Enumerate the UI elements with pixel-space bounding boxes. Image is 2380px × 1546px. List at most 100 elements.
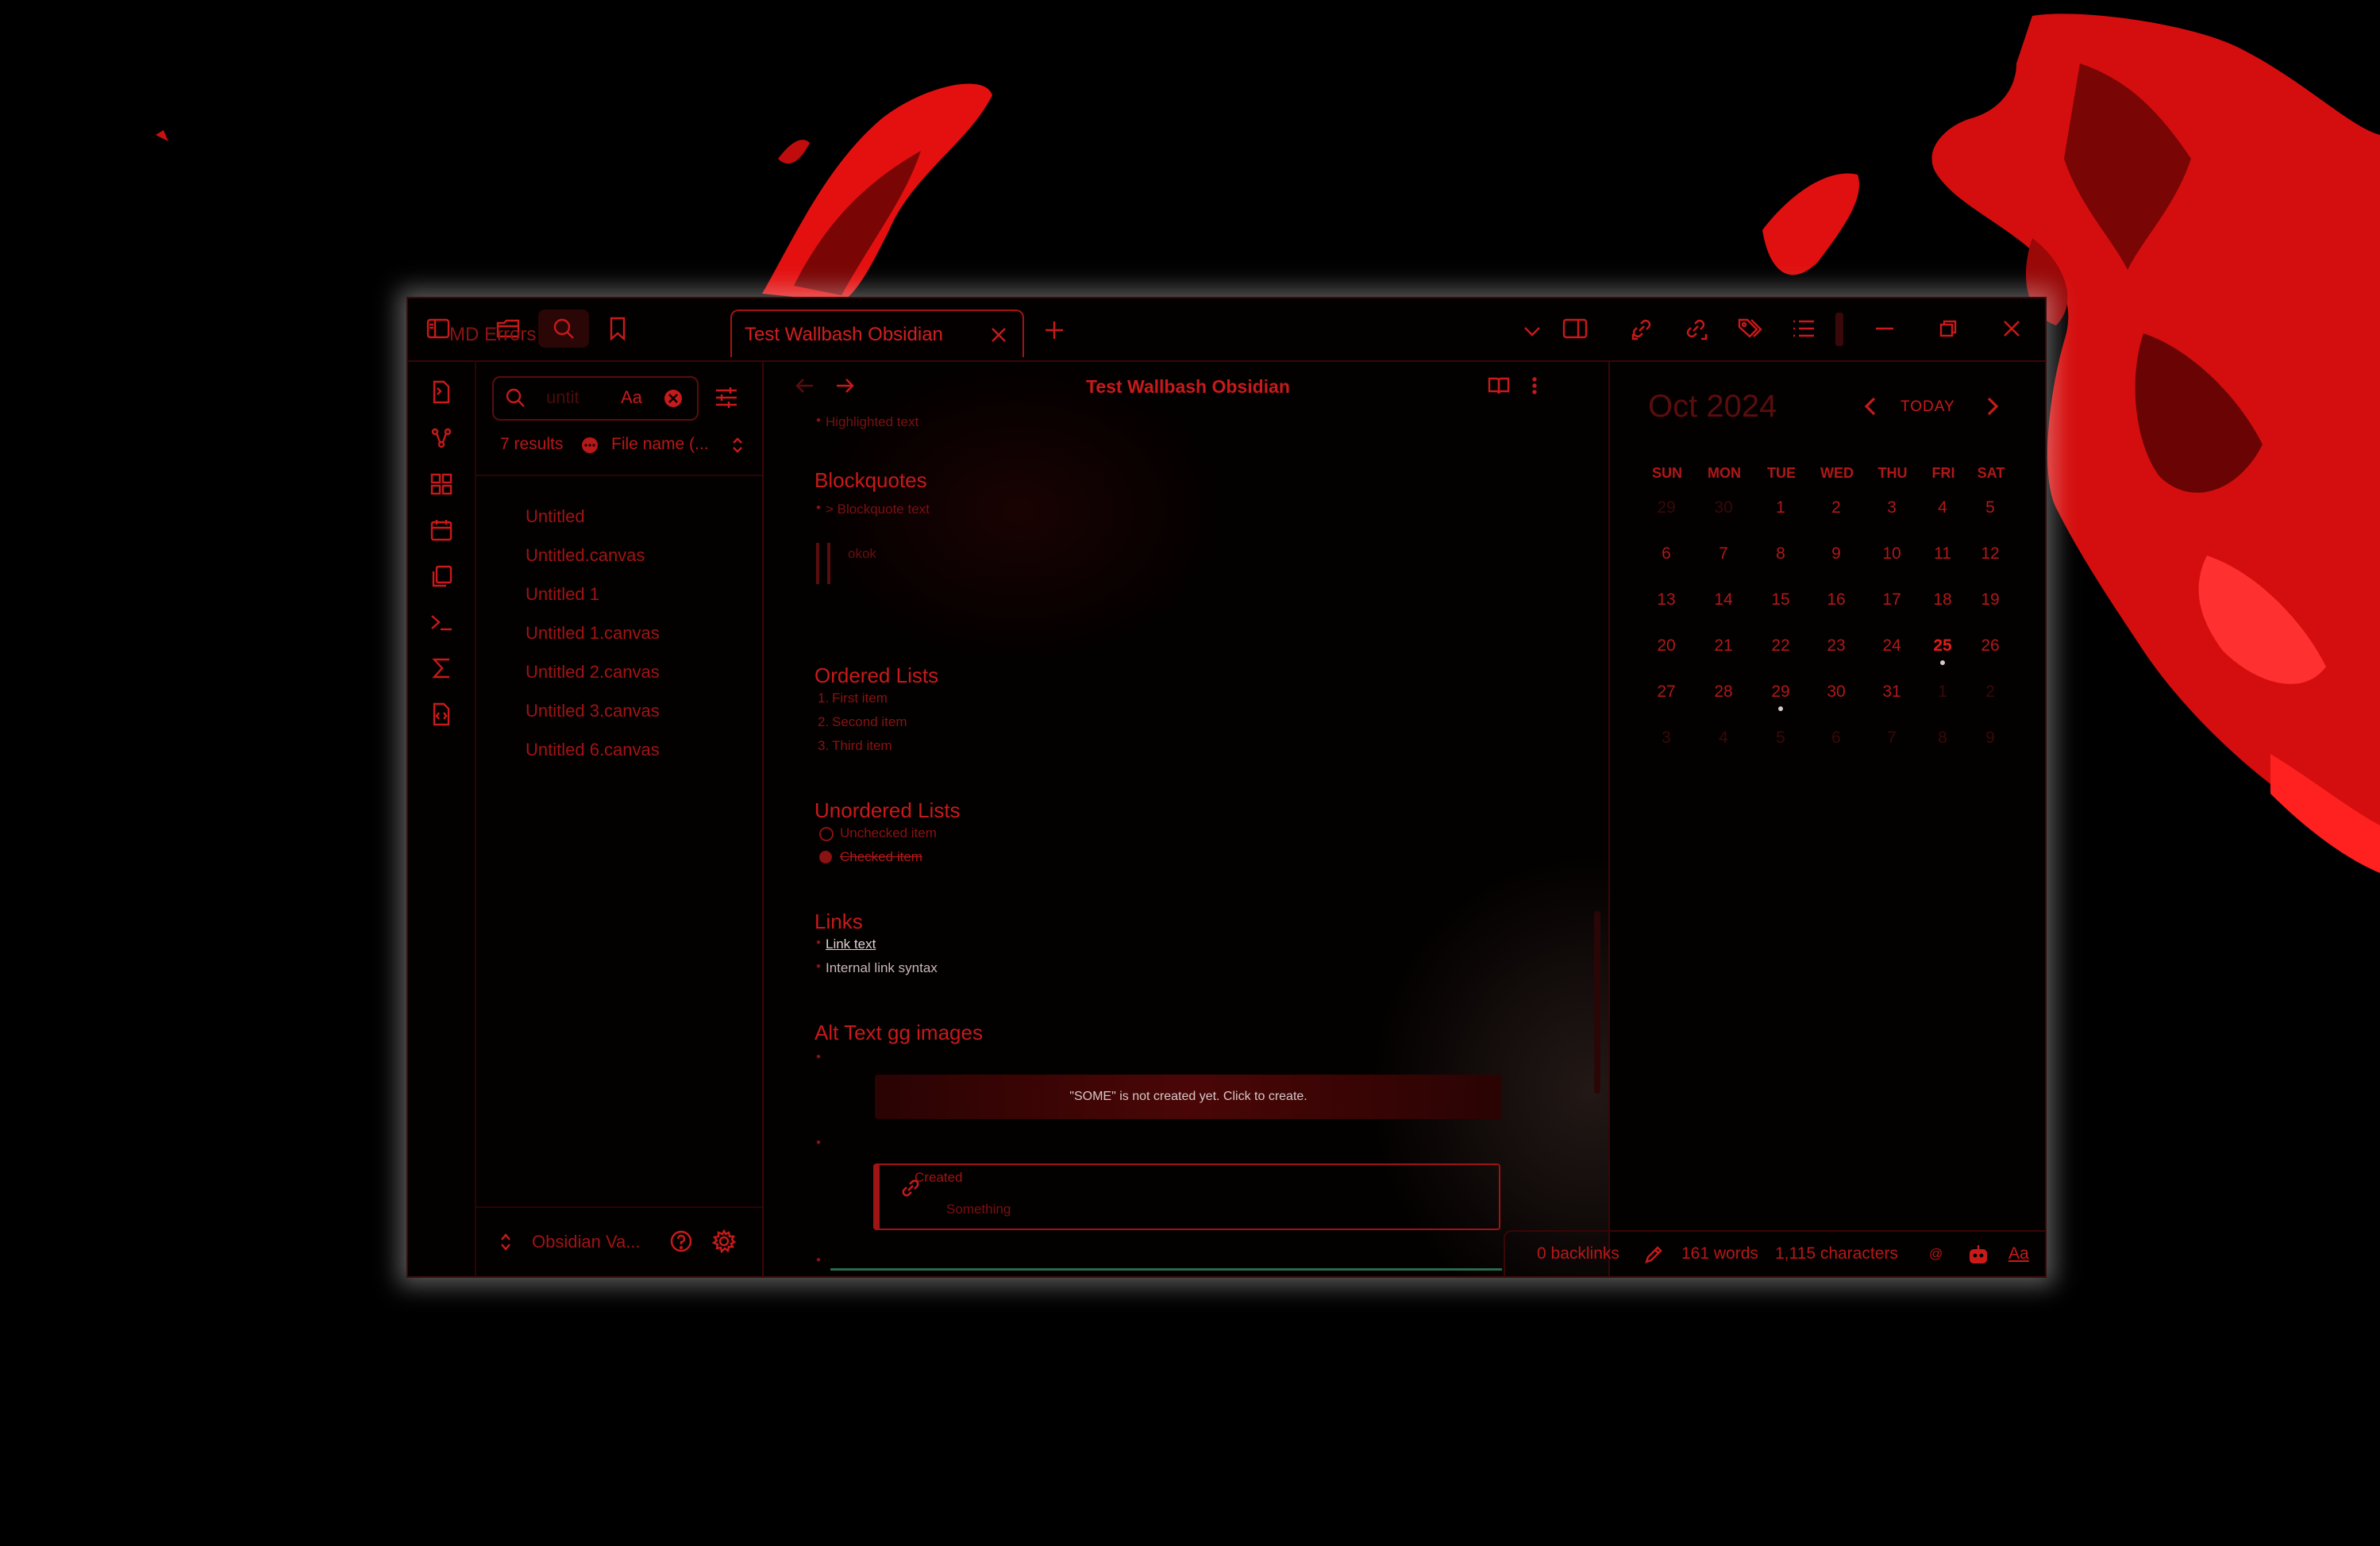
close-icon[interactable] bbox=[983, 319, 1015, 351]
reading-view-icon[interactable] bbox=[1483, 371, 1515, 400]
search-box[interactable]: untit Aa bbox=[492, 376, 699, 421]
search-settings-icon[interactable] bbox=[710, 381, 743, 414]
calendar-day[interactable]: 16 bbox=[1816, 590, 1856, 610]
plus-icon[interactable] bbox=[1038, 314, 1070, 346]
calendar-day[interactable]: 22 bbox=[1761, 636, 1800, 656]
calendar-day[interactable]: 14 bbox=[1704, 590, 1743, 610]
pencil-icon[interactable] bbox=[1642, 1243, 1666, 1267]
calendar-day[interactable]: 31 bbox=[1872, 683, 1912, 702]
back-arrow-icon[interactable] bbox=[791, 371, 819, 400]
tags-icon[interactable] bbox=[1732, 311, 1767, 346]
search-result-item[interactable]: Untitled 1 bbox=[526, 584, 599, 605]
sort-chevron-icon[interactable] bbox=[729, 435, 746, 456]
robot-icon[interactable] bbox=[1966, 1243, 1991, 1267]
calendar-day[interactable]: 9 bbox=[1816, 544, 1856, 563]
calendar-day[interactable]: 4 bbox=[1923, 498, 1962, 517]
calendar-day[interactable]: 13 bbox=[1646, 590, 1686, 610]
help-icon[interactable] bbox=[667, 1227, 695, 1256]
match-case-toggle[interactable]: Aa bbox=[621, 387, 642, 408]
calendar-day[interactable]: 8 bbox=[1761, 544, 1800, 563]
internal-link[interactable]: Internal link syntax bbox=[826, 960, 938, 976]
file-code-icon[interactable] bbox=[424, 698, 459, 730]
vault-switcher-icon[interactable] bbox=[497, 1230, 514, 1254]
calendar-day[interactable]: 29 bbox=[1646, 498, 1686, 517]
checkbox-unchecked[interactable] bbox=[819, 827, 834, 841]
calendar-day[interactable]: 12 bbox=[1970, 544, 2010, 563]
calendar-day[interactable]: 1 bbox=[1923, 683, 1962, 702]
calendar-day[interactable]: 5 bbox=[1970, 498, 2010, 517]
calendar-day[interactable]: 24 bbox=[1872, 636, 1912, 656]
calendar-day[interactable]: 3 bbox=[1646, 729, 1686, 748]
calendar-day[interactable]: 3 bbox=[1872, 498, 1912, 517]
calendar-day[interactable]: 15 bbox=[1761, 590, 1800, 610]
window-close-icon[interactable] bbox=[1994, 311, 2029, 346]
sigma-icon[interactable] bbox=[424, 652, 459, 684]
unresolved-embed[interactable]: "SOME" is not created yet. Click to crea… bbox=[875, 1075, 1502, 1119]
open-quick-switcher-icon[interactable] bbox=[424, 376, 459, 408]
vault-name[interactable]: Obsidian Va... bbox=[532, 1232, 641, 1252]
calendar-day[interactable]: 23 bbox=[1816, 636, 1856, 656]
search-result-item[interactable]: Untitled 6.canvas bbox=[526, 740, 660, 760]
calendar-icon[interactable] bbox=[424, 514, 459, 546]
calendar-day[interactable]: 29 bbox=[1761, 683, 1800, 702]
outline-icon[interactable] bbox=[1786, 311, 1821, 346]
calendar-day[interactable]: 17 bbox=[1872, 590, 1912, 610]
calendar-day[interactable]: 10 bbox=[1872, 544, 1912, 563]
calendar-day[interactable]: 2 bbox=[1970, 683, 2010, 702]
restore-icon[interactable] bbox=[1931, 311, 1966, 346]
tab-md-errors[interactable]: MD Errors bbox=[440, 311, 735, 359]
more-icon[interactable] bbox=[580, 435, 600, 456]
calendar-day[interactable]: 27 bbox=[1646, 683, 1686, 702]
terminal-icon[interactable] bbox=[424, 606, 459, 638]
blockquote-source: > Blockquote text bbox=[826, 502, 930, 517]
search-result-item[interactable]: Untitled 1.canvas bbox=[526, 623, 660, 644]
calendar-day[interactable]: 30 bbox=[1816, 683, 1856, 702]
search-result-item[interactable]: Untitled.canvas bbox=[526, 545, 645, 566]
calendar-day[interactable]: 30 bbox=[1704, 498, 1743, 517]
character-count: 1,115 characters bbox=[1775, 1244, 1898, 1263]
calendar-day[interactable]: 6 bbox=[1816, 729, 1856, 748]
outgoing-link-icon[interactable] bbox=[1678, 311, 1713, 346]
search-result-item[interactable]: Untitled 3.canvas bbox=[526, 701, 660, 721]
chevron-down-icon[interactable] bbox=[1516, 316, 1548, 348]
font-toggle[interactable]: Aa bbox=[2008, 1244, 2029, 1263]
calendar-day[interactable]: 7 bbox=[1704, 544, 1743, 563]
search-input[interactable]: untit bbox=[546, 387, 580, 408]
sort-dropdown[interactable]: File name (... bbox=[611, 435, 709, 454]
calendar-day[interactable]: 4 bbox=[1704, 729, 1743, 748]
calendar-day[interactable]: 6 bbox=[1646, 544, 1686, 563]
calendar-day[interactable]: 21 bbox=[1704, 636, 1743, 656]
minimize-icon[interactable] bbox=[1867, 311, 1902, 346]
canvas-icon[interactable] bbox=[424, 468, 459, 500]
backlink-icon[interactable] bbox=[1624, 311, 1659, 346]
calendar-day[interactable]: 26 bbox=[1970, 636, 2010, 656]
backlinks-count[interactable]: 0 backlinks bbox=[1537, 1244, 1619, 1263]
calendar-day[interactable]: 2 bbox=[1816, 498, 1856, 517]
calendar-day[interactable]: 18 bbox=[1923, 590, 1962, 610]
tab-test-wallbash[interactable]: Test Wallbash Obsidian bbox=[730, 310, 1024, 357]
calendar-day[interactable]: 9 bbox=[1970, 729, 2010, 748]
checkbox-checked[interactable] bbox=[819, 851, 832, 863]
right-sidebar-icon[interactable] bbox=[1558, 313, 1592, 344]
at-indicator[interactable]: @ bbox=[1929, 1246, 1943, 1262]
calendar-day[interactable]: 5 bbox=[1761, 729, 1800, 748]
calendar-day[interactable]: 19 bbox=[1970, 590, 2010, 610]
calendar-day[interactable]: 7 bbox=[1872, 729, 1912, 748]
clear-search-icon[interactable] bbox=[662, 387, 684, 410]
calendar-day[interactable]: 8 bbox=[1923, 729, 1962, 748]
editor-scrollbar[interactable] bbox=[1594, 911, 1600, 1094]
calendar-day[interactable]: 1 bbox=[1761, 498, 1800, 517]
copy-icon[interactable] bbox=[424, 560, 459, 592]
calendar-day[interactable]: 25 bbox=[1923, 636, 1962, 656]
graph-view-icon[interactable] bbox=[424, 422, 459, 454]
more-options-icon[interactable] bbox=[1523, 371, 1546, 400]
search-result-item[interactable]: Untitled 2.canvas bbox=[526, 662, 660, 683]
calendar-day[interactable]: 11 bbox=[1923, 544, 1962, 563]
link-text[interactable]: Link text bbox=[826, 936, 876, 952]
forward-arrow-icon[interactable] bbox=[830, 371, 859, 400]
calendar-day[interactable]: 28 bbox=[1704, 683, 1743, 702]
search-result-item[interactable]: Untitled bbox=[526, 506, 585, 527]
settings-gear-icon[interactable] bbox=[710, 1227, 738, 1256]
bullet: • bbox=[816, 959, 821, 974]
calendar-day[interactable]: 20 bbox=[1646, 636, 1686, 656]
